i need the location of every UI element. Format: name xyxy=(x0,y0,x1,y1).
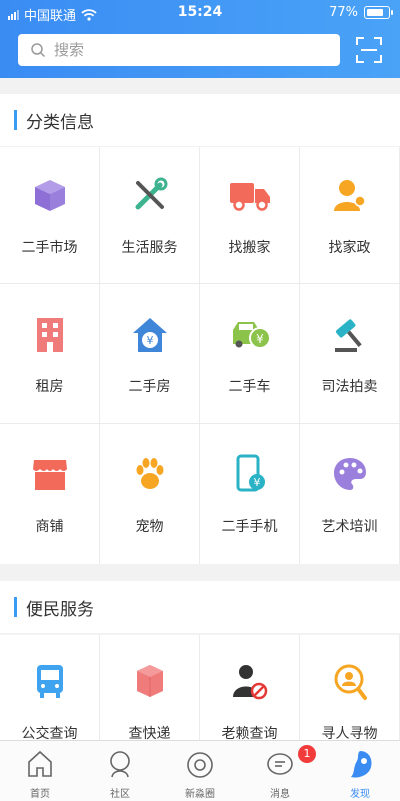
svg-text:¥: ¥ xyxy=(146,334,153,347)
grid-item-judicial-auction[interactable]: 司法拍卖 xyxy=(300,284,399,423)
tab-label: 新淼圈 xyxy=(185,789,215,800)
gavel-icon xyxy=(334,319,362,352)
scan-icon[interactable] xyxy=(356,37,382,63)
service-grid: 公交查询 查快递 老赖查询 寻人寻物 xyxy=(0,635,400,745)
grid-item-art-training[interactable]: 艺术培训 xyxy=(300,424,399,564)
tab-label: 社区 xyxy=(110,789,130,800)
grid-item-second-hand-phone[interactable]: ¥ 二手手机 xyxy=(200,424,299,564)
grid-item-label: 司法拍卖 xyxy=(321,379,378,395)
phone-yen-icon: ¥ xyxy=(236,454,265,492)
shop-icon xyxy=(32,460,67,490)
bus-icon xyxy=(36,665,63,698)
grid-item-label: 艺术培训 xyxy=(321,519,378,535)
header: 中国联通 15:24 77% xyxy=(0,0,400,78)
battery-icon xyxy=(364,6,393,19)
search-bar[interactable] xyxy=(18,34,340,66)
community-icon xyxy=(110,751,130,778)
section-accent-bar xyxy=(14,597,17,617)
box-icon xyxy=(34,180,65,211)
grid-item-housekeeping[interactable]: 找家政 xyxy=(300,147,399,283)
grid-item-bus[interactable]: 公交查询 xyxy=(0,635,99,745)
tab-community[interactable]: 社区 xyxy=(80,741,160,801)
grid-item-second-hand-house[interactable]: ¥ 二手房 xyxy=(100,284,199,423)
discover-icon xyxy=(351,751,372,778)
grid-item-label: 商铺 xyxy=(35,519,64,535)
home-icon xyxy=(28,750,52,777)
grid-item-express[interactable]: 查快递 xyxy=(100,635,199,745)
paw-icon xyxy=(136,458,163,489)
message-icon xyxy=(267,753,293,775)
grid-item-life-service[interactable]: 生活服务 xyxy=(100,147,199,283)
section-label: 便民服务 xyxy=(26,600,94,620)
search-input[interactable] xyxy=(52,40,336,60)
search-icon xyxy=(31,43,46,58)
status-bar: 中国联通 15:24 77% xyxy=(0,0,400,26)
tab-label: 发现 xyxy=(350,789,370,800)
house-yen-icon: ¥ xyxy=(132,318,167,352)
section-title-service: 便民服务 xyxy=(0,581,400,633)
section-label: 分类信息 xyxy=(26,113,94,133)
tab-bar: 首页 社区 新淼圈 1 消息 发现 xyxy=(0,740,400,801)
unread-badge: 1 xyxy=(298,745,316,763)
grid-item-second-hand-market[interactable]: 二手市场 xyxy=(0,147,99,283)
tab-label: 首页 xyxy=(30,789,50,800)
svg-text:¥: ¥ xyxy=(253,476,260,489)
tools-icon xyxy=(135,177,167,210)
grid-item-label: 租房 xyxy=(35,379,64,395)
grid-item-debtor-search[interactable]: 老赖查询 xyxy=(200,635,299,745)
grid-item-second-hand-car[interactable]: ¥ 二手车 xyxy=(200,284,299,423)
car-yen-icon: ¥ xyxy=(232,322,271,349)
tab-messages[interactable]: 1 消息 xyxy=(240,741,320,801)
grid-item-label: 找家政 xyxy=(328,240,371,256)
circle-icon xyxy=(187,752,213,778)
grid-item-label: 宠物 xyxy=(135,519,164,535)
grid-item-label: 二手手机 xyxy=(221,519,278,535)
battery-percent: 77% xyxy=(329,5,358,20)
category-grid: 二手市场 生活服务 找搬家 找家政 租房 ¥ 二手房 ¥ 二手车 司法拍卖 商铺… xyxy=(0,147,400,564)
person-ban-icon xyxy=(232,665,267,700)
palette-icon xyxy=(333,458,366,490)
grid-item-label: 找搬家 xyxy=(228,240,271,256)
worker-icon xyxy=(333,180,366,211)
tab-discover[interactable]: 发现 xyxy=(320,741,400,801)
tab-label: 消息 xyxy=(270,789,290,800)
truck-icon xyxy=(229,183,270,211)
grid-item-find-person[interactable]: 寻人寻物 xyxy=(300,635,399,745)
tab-new-circle[interactable]: 新淼圈 xyxy=(160,741,240,801)
svg-text:¥: ¥ xyxy=(256,332,264,346)
grid-item-moving[interactable]: 找搬家 xyxy=(200,147,299,283)
grid-item-label: 二手车 xyxy=(228,379,271,395)
grid-item-shop[interactable]: 商铺 xyxy=(0,424,99,564)
search-person-icon xyxy=(334,664,367,700)
building-icon xyxy=(36,318,63,352)
section-accent-bar xyxy=(14,110,17,130)
tab-home[interactable]: 首页 xyxy=(0,741,80,801)
package-icon xyxy=(136,665,163,697)
grid-item-label: 生活服务 xyxy=(121,240,178,256)
grid-item-label: 二手市场 xyxy=(21,240,78,256)
section-title-category: 分类信息 xyxy=(0,94,400,146)
grid-item-label: 二手房 xyxy=(128,379,171,395)
grid-item-rent[interactable]: 租房 xyxy=(0,284,99,423)
grid-item-pet[interactable]: 宠物 xyxy=(100,424,199,564)
